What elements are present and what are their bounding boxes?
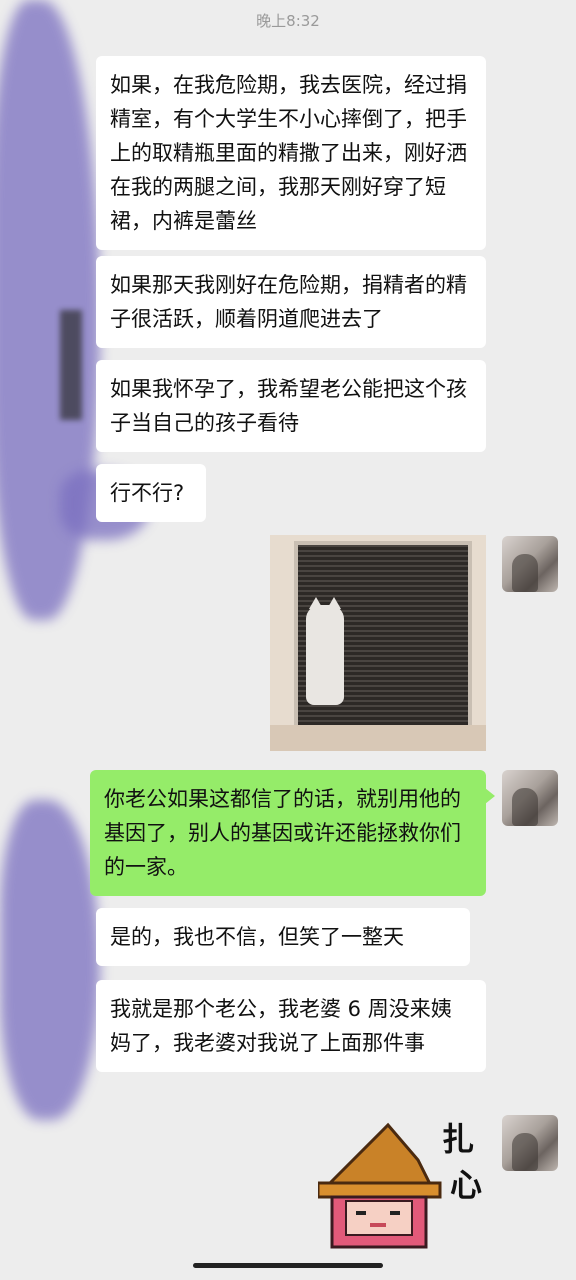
cat-behind-screen-door-photo[interactable] [270, 535, 486, 751]
my-avatar[interactable] [502, 1115, 558, 1171]
timestamp: 晚上8:32 [256, 12, 320, 30]
redaction-scribble-bottom [0, 800, 100, 1120]
incoming-message-bubble[interactable]: 如果，在我危险期，我去医院，经过捐精室，有个大学生不小心摔倒了，把手上的取精瓶里… [96, 56, 486, 250]
my-avatar[interactable] [502, 770, 558, 826]
sticker-caption-2: 心 [450, 1166, 483, 1204]
my-avatar[interactable] [502, 536, 558, 592]
witch-sticker[interactable]: 扎 心 [316, 1115, 488, 1255]
incoming-message-bubble[interactable]: 如果那天我刚好在危险期，捐精者的精子很活跃，顺着阴道爬进去了 [96, 256, 486, 348]
sticker-caption-1: 扎 [442, 1120, 475, 1158]
outgoing-message-bubble[interactable]: 你老公如果这都信了的话，就别用他的基因了，别人的基因或许还能拯救你们的一家。 [90, 770, 495, 896]
cat-figure [306, 597, 344, 705]
home-indicator[interactable] [193, 1263, 383, 1268]
redaction-dark-mark [60, 310, 82, 420]
incoming-message-bubble[interactable]: 如果我怀孕了，我希望老公能把这个孩子当自己的孩子看待 [96, 360, 486, 452]
incoming-message-bubble[interactable]: 行不行? [96, 464, 206, 522]
incoming-message-bubble[interactable]: 我就是那个老公，我老婆 6 周没来姨妈了，我老婆对我说了上面那件事 [96, 980, 486, 1072]
incoming-message-bubble[interactable]: 是的，我也不信，但笑了一整天 [96, 908, 470, 966]
floor [270, 725, 486, 751]
